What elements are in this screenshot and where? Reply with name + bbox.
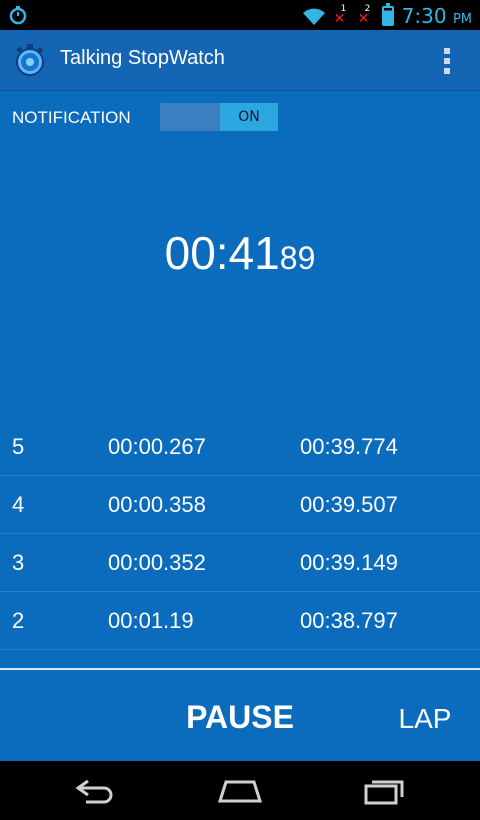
sim2-no-signal-icon: 2 ✕ (357, 4, 371, 27)
status-ampm: PM (452, 12, 472, 27)
lap-time: 00:00.352 (108, 549, 206, 575)
lap-total-time: 00:39.507 (300, 491, 398, 517)
timer-main: 00:41 (164, 227, 280, 279)
lap-time: 00:01.19 (108, 607, 194, 633)
stopwatch-icon (9, 6, 27, 25)
wifi-icon (302, 8, 325, 25)
app-logo-icon[interactable] (12, 42, 48, 78)
sim1-no-signal-icon: 1 ✕ (333, 4, 347, 27)
notification-toggle[interactable]: ON (160, 103, 278, 131)
status-time: 7:30 PM (401, 4, 472, 28)
back-icon (75, 779, 113, 804)
battery-icon (381, 3, 394, 26)
lap-row: 5 00:00.267 00:39.774 (0, 418, 480, 476)
main-content: NOTIFICATION ON 00:4189 5 00:00.267 00:3… (0, 91, 480, 761)
controls-divider (0, 668, 480, 670)
back-button[interactable] (66, 771, 126, 811)
lap-row: 2 00:01.19 00:38.797 (0, 592, 480, 650)
lap-number: 3 (12, 549, 25, 575)
pause-button[interactable]: PAUSE (160, 691, 320, 743)
status-bar: 1 ✕ 2 ✕ 7:30 PM (0, 0, 480, 30)
home-icon (217, 780, 263, 803)
recent-apps-button[interactable] (354, 771, 414, 811)
navigation-bar (0, 761, 480, 820)
app-title: Talking StopWatch (60, 47, 225, 69)
lap-row: 3 00:00.352 00:39.149 (0, 534, 480, 592)
lap-number: 5 (12, 433, 25, 459)
toggle-on-label: ON (220, 103, 278, 131)
lap-total-time: 00:38.797 (300, 607, 398, 633)
timer-display: 00:4189 (0, 226, 480, 280)
lap-number: 2 (12, 607, 25, 633)
lap-list: 5 00:00.267 00:39.774 4 00:00.358 00:39.… (0, 418, 480, 650)
app-bar: Talking StopWatch (0, 30, 480, 91)
overflow-menu-icon[interactable] (444, 48, 452, 74)
timer-fraction: 89 (279, 240, 316, 276)
lap-total-time: 00:39.774 (300, 433, 398, 459)
lap-number: 4 (12, 491, 25, 517)
recent-apps-icon (364, 780, 404, 805)
home-button[interactable] (210, 771, 270, 811)
lap-time: 00:00.267 (108, 433, 206, 459)
lap-time: 00:00.358 (108, 491, 206, 517)
lap-row: 4 00:00.358 00:39.507 (0, 476, 480, 534)
notification-label: NOTIFICATION (12, 108, 131, 127)
lap-total-time: 00:39.149 (300, 549, 398, 575)
lap-button[interactable]: LAP (380, 693, 470, 745)
